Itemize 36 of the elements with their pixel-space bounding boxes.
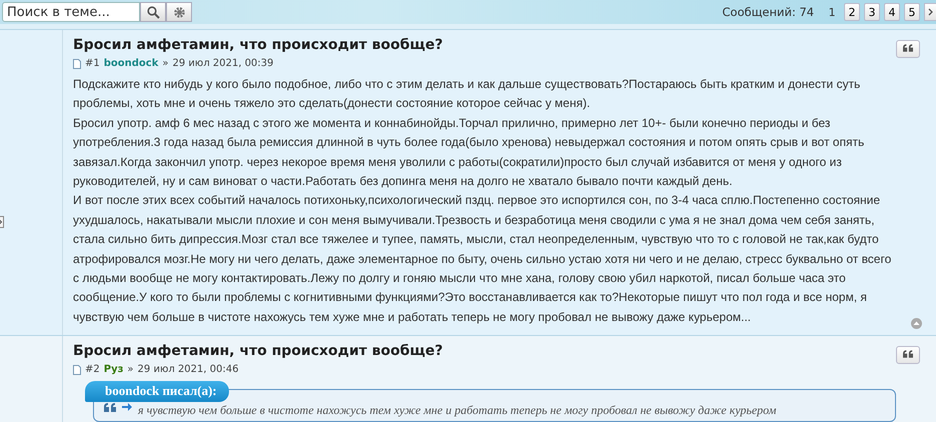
quote-icon xyxy=(903,350,913,358)
post-count: Сообщений: 74 xyxy=(722,5,814,19)
post-date: 29 июл 2021, 00:39 xyxy=(172,58,274,69)
page-link[interactable]: 3 xyxy=(864,3,880,21)
separator: » xyxy=(127,364,134,376)
quote-author-label: boondock писал(а): xyxy=(85,381,229,402)
post-date: 29 июл 2021, 00:46 xyxy=(138,364,239,376)
search-button[interactable] xyxy=(140,2,166,22)
post-title: Бросил амфетамин, что происходит вообще? xyxy=(73,343,444,360)
post-number[interactable]: #1 xyxy=(85,58,100,69)
search-icon xyxy=(146,6,160,18)
next-page-button[interactable] xyxy=(924,3,936,21)
quote-button[interactable] xyxy=(896,346,920,364)
settings-button[interactable] xyxy=(166,2,192,22)
page-link[interactable]: 4 xyxy=(884,3,900,21)
arrow-icon xyxy=(122,403,132,412)
page-link[interactable]: 5 xyxy=(904,3,920,21)
post-text: И вот после этих всех событий началось потихоньку,психологический пздц. первое это испортился сон, по 3-4 часа сплю.Постепенно состояние ухудшалось, накатывали мысли плохие и сон меня вымучивали.Трезвость и безработица меня сводили с ума я не знал дома чем себя занять, стала сильно бить дипрессия.Мозг стал все тяжелее и тупее, память, мысли, стал неопределенным, чувствую что то с головой не так,как будто атрофировался мозг.Не могу ни чего делать, даже элементарное по быту, очень сильно устаю хотя ни чего и не делаю, стресс буквально от всего с людьми вообще не могу контактировать.Лежу по долгу и гоняю мысли что мне хана, голову свою убил наркотой, писал больше часа это сообщение.У кого то были проблемы с когнитивными функциями?Это восстанавливается как то?Некоторые пишут что пол года и все норм, я чувствую чем больше в чистоте нахожусь тем хуже мне и работать теперь не могу пробовал не вывожу даже курьером... xyxy=(73,192,892,326)
quote-icon xyxy=(903,44,913,52)
document-icon xyxy=(73,364,81,375)
quote-icon xyxy=(104,403,116,412)
chevron-icon xyxy=(928,8,933,16)
post-text: Подскажите кто нибудь у кого было подобное, либо что с этим делать и как дальше существовать?Постараюсь быть кратким и донести суть проблемы, хоть мне и очень тяжело это сделать(донести состояние которое сейчас у меня). xyxy=(73,76,862,112)
post-text: Бросил употр. амф 6 мес назад с этого же момента и коннабинойды.Торчал прилично, примерно лет 10+- были конечно периоды и без употребления.3 года назад была ремиссия длинной в чуть более года(было хренова) невыдержал состояния и потом опять срыв и вот опять завязал.Когда закончил употр. через некорое время меня уволили с работы(сократили)просто был случай избавится от меня у одного из руководителей, ну и сам виноват о части.Работать без допинга меня на долго не хватало бывало почти каждый день. xyxy=(73,114,866,190)
search-field[interactable]: Поиск в теме... xyxy=(2,2,140,22)
document-icon xyxy=(73,58,81,68)
author-link[interactable]: boondock xyxy=(104,58,158,69)
page-link[interactable]: 2 xyxy=(844,3,860,21)
quote-button[interactable] xyxy=(896,40,920,58)
author-link[interactable]: Руз xyxy=(104,364,124,376)
settings-icon xyxy=(172,6,186,18)
page-link[interactable]: 1 xyxy=(824,3,840,21)
post-number[interactable]: #2 xyxy=(85,364,100,376)
separator: » xyxy=(162,58,168,69)
quote-text: я чувствую чем больше в чистоте нахожусь тем хуже мне и работать теперь не могу пробовал не вывожу даже курьером xyxy=(138,403,776,418)
post-title: Бросил амфетамин, что происходит вообще? xyxy=(73,37,444,53)
